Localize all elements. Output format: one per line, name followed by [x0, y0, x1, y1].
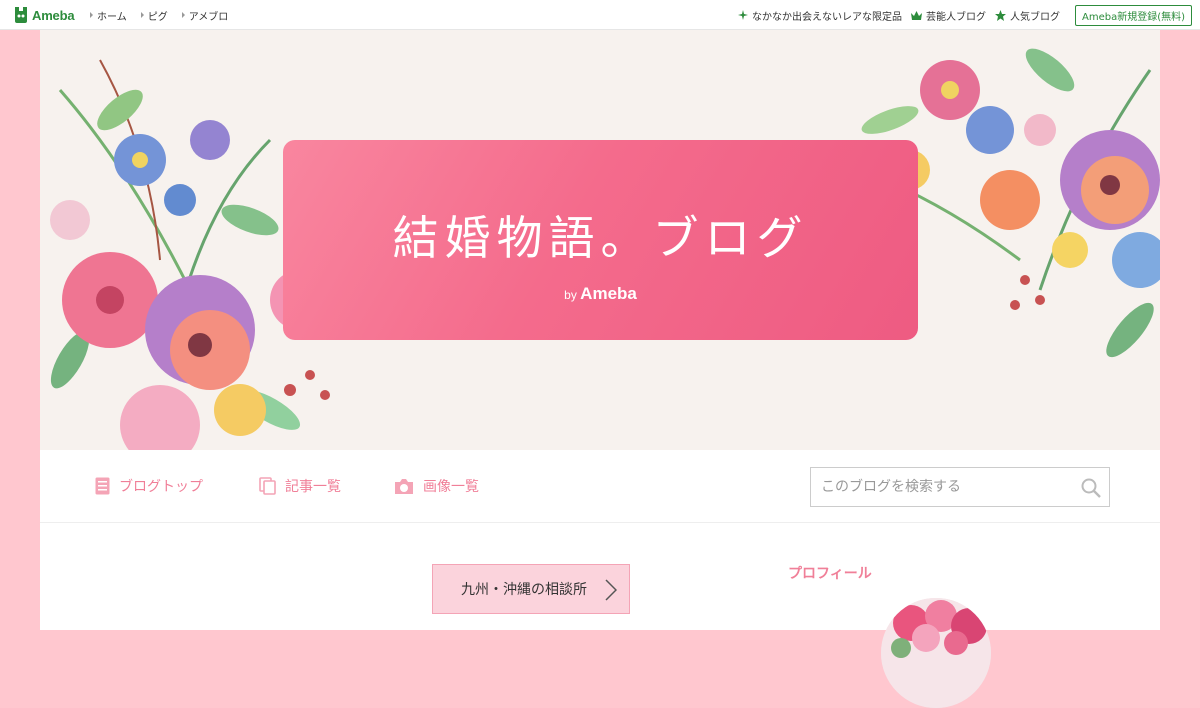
blog-nav-bar: ブログトップ 記事一覧 画像一覧 [40, 450, 1160, 523]
blog-top-link[interactable]: ブログトップ [95, 476, 203, 496]
consultation-office-label: 九州・沖縄の相談所 [461, 582, 587, 598]
consultation-office-button[interactable]: 九州・沖縄の相談所 [432, 564, 630, 614]
logo-text: Ameba [32, 7, 75, 23]
celebrity-blog-label: 芸能人ブログ [925, 11, 986, 23]
blog-header-image[interactable]: 結婚物語。ブログ by Ameba [40, 30, 1160, 450]
blog-title-banner: 結婚物語。ブログ by Ameba [283, 140, 918, 340]
ameba-mascot-icon [15, 6, 27, 23]
search-icon[interactable] [1081, 478, 1101, 498]
blog-top-label: ブログトップ [119, 479, 203, 495]
articles-label: 記事一覧 [285, 479, 341, 495]
arrow-icon [181, 12, 185, 18]
nav-pigg-label: ピグ [147, 11, 168, 23]
rare-items-label: なかなか出会えないレアな限定品 [751, 11, 902, 23]
images-link[interactable]: 画像一覧 [394, 476, 479, 496]
by-prefix: by [564, 288, 577, 302]
images-label: 画像一覧 [423, 479, 479, 495]
right-nav: なかなか出会えないレアな限定品 芸能人ブログ 人気ブログ Ameba新規登録(無… [737, 0, 1192, 30]
blog-title: 結婚物語。ブログ [392, 211, 809, 265]
by-ameba-label: by Ameba [283, 284, 918, 304]
popular-blog-link[interactable]: 人気ブログ [994, 8, 1060, 23]
celebrity-blog-link[interactable]: 芸能人ブログ [910, 8, 986, 23]
nav-home-link[interactable]: ホーム [90, 8, 127, 23]
by-brand: Ameba [580, 284, 637, 303]
register-button[interactable]: Ameba新規登録(無料) [1074, 4, 1192, 26]
popular-blog-label: 人気ブログ [1009, 11, 1060, 23]
top-nav: ホーム ピグ アメブロ [90, 0, 228, 30]
profile-heading: プロフィール [788, 566, 872, 582]
nav-home-label: ホーム [97, 11, 127, 23]
nav-pigg-link[interactable]: ピグ [140, 8, 168, 23]
arrow-icon [90, 12, 93, 18]
arrow-icon [140, 12, 144, 18]
copy-icon [259, 477, 276, 495]
chevron-right-icon [605, 579, 617, 601]
profile-avatar[interactable] [881, 598, 991, 708]
star-icon [994, 9, 1006, 21]
rare-items-link[interactable]: なかなか出会えないレアな限定品 [737, 8, 902, 23]
crown-icon [910, 10, 922, 20]
global-header: Ameba ホーム ピグ アメブロ なかなか出会えないレアな限定品 芸能人ブログ… [0, 0, 1200, 30]
document-icon [95, 477, 110, 495]
blog-search [810, 467, 1110, 507]
articles-link[interactable]: 記事一覧 [259, 476, 341, 496]
sparkle-icon [737, 10, 748, 20]
search-input[interactable] [811, 468, 1091, 506]
rose-bouquet-image [881, 598, 991, 708]
main-content: 九州・沖縄の相談所 プロフィール [40, 523, 1160, 708]
ameba-logo[interactable]: Ameba [13, 6, 75, 24]
nav-ameblo-label: アメブロ [188, 11, 229, 23]
camera-icon [395, 478, 413, 494]
nav-ameblo-link[interactable]: アメブロ [181, 8, 229, 23]
